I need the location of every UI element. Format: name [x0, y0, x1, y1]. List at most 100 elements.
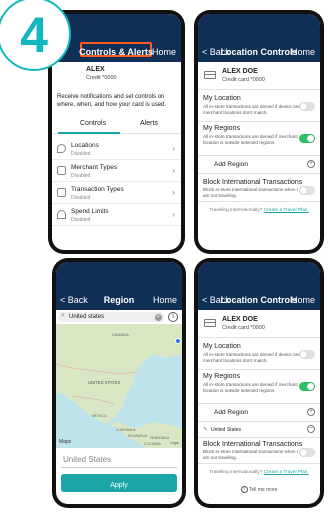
nav-bar: < Back Region Home — [56, 262, 182, 310]
block-title: Block International Transactions — [203, 179, 303, 186]
phone-screen: < Back Region Home ⌕ United states × i C… — [56, 262, 182, 504]
tab-bar: Controls Alerts — [52, 114, 181, 134]
map-label: CANADA — [112, 332, 129, 337]
step-badge: 4 — [0, 0, 71, 71]
my-location-toggle[interactable] — [299, 102, 315, 111]
list-item-label: Transaction Types — [71, 186, 124, 193]
receipt-icon — [57, 188, 66, 197]
list-item-status: Disabled — [71, 173, 91, 179]
clear-icon[interactable]: × — [155, 313, 162, 321]
my-location-desc: All in-store transactions are denied if … — [203, 352, 301, 363]
phone-screen: < Back Location Controls Home ALEX DOE C… — [198, 262, 320, 504]
map-label: UNITED STATES — [88, 380, 121, 385]
list-item-spend-limits[interactable]: Spend Limits Disabled › — [52, 204, 181, 226]
region-name-field[interactable]: United States — [61, 452, 177, 468]
info-icon: i — [240, 486, 248, 493]
home-link[interactable]: Home — [291, 47, 315, 57]
travel-plan-line: Traveling internationally? Create a Trav… — [198, 208, 320, 213]
pencil-icon[interactable]: ✎ — [203, 426, 208, 433]
home-link[interactable]: Home — [291, 295, 315, 305]
map-label: MEXICO — [92, 414, 107, 418]
add-circle-icon[interactable]: + — [307, 160, 315, 168]
list-item-locations[interactable]: Locations Disabled › — [52, 138, 181, 160]
apply-button-label: Apply — [110, 482, 128, 489]
chevron-right-icon: › — [172, 144, 175, 153]
travel-text: Traveling internationally? — [209, 470, 263, 475]
list-item-label: Spend Limits — [71, 208, 109, 215]
travel-text: Traveling internationally? — [209, 208, 263, 213]
tab-alerts[interactable]: Alerts — [140, 120, 158, 127]
create-travel-plan-link[interactable]: Create a Travel Plan. — [264, 208, 309, 213]
add-region-row[interactable]: Add Region + — [198, 156, 320, 174]
credit-card-icon — [204, 319, 216, 327]
map-label: NICARAGUA — [128, 434, 147, 438]
card-subtitle: Credit *0000 — [86, 75, 117, 81]
selected-region-row: ✎ United States − — [198, 422, 320, 438]
home-link[interactable]: Home — [153, 295, 177, 305]
gauge-icon — [57, 210, 66, 219]
block-international-section: Block International Transactions Block i… — [198, 438, 320, 464]
card-name: ALEX DOE — [222, 316, 258, 323]
map-view[interactable]: CANADA UNITED STATES MEXICO GUATEMALA NI… — [56, 324, 182, 448]
phone-region-map: < Back Region Home ⌕ United states × i C… — [52, 258, 186, 508]
map-label: COLOMBIA — [144, 442, 161, 446]
my-location-title: My Location — [203, 343, 241, 350]
block-title: Block International Transactions — [203, 441, 303, 448]
phone-screen: < Back Location Controls Home ALEX DOE C… — [198, 14, 320, 250]
my-location-desc: All in-store transactions are denied if … — [203, 104, 301, 115]
remove-circle-icon[interactable]: − — [307, 425, 315, 433]
block-desc: Block in-store international transaction… — [203, 449, 298, 460]
chevron-right-icon: › — [172, 188, 175, 197]
block-international-toggle[interactable] — [299, 448, 315, 457]
tab-controls[interactable]: Controls — [80, 120, 106, 127]
list-item-status: Disabled — [71, 217, 91, 223]
add-circle-icon[interactable]: + — [307, 408, 315, 416]
my-location-title: My Location — [203, 95, 241, 102]
legal-link[interactable]: Legal — [170, 441, 179, 445]
block-international-toggle[interactable] — [299, 186, 315, 195]
my-regions-desc: All in-store transactions are denied if … — [203, 134, 298, 145]
apple-maps-logo: Maps — [59, 439, 72, 445]
chevron-right-icon: › — [172, 210, 175, 219]
my-location-section: My Location All in-store transactions ar… — [198, 92, 320, 122]
map-label: VENEZUELA — [150, 436, 169, 440]
add-region-row[interactable]: Add Region + — [198, 404, 320, 422]
list-item-transaction-types[interactable]: Transaction Types Disabled › — [52, 182, 181, 204]
search-field[interactable]: ⌕ United states × — [59, 312, 164, 322]
my-regions-title: My Regions — [203, 125, 240, 132]
my-regions-desc: All in-store transactions are denied if … — [203, 382, 298, 393]
selected-region-label: United States — [211, 427, 242, 433]
phone-location-controls: < Back Location Controls Home ALEX DOE C… — [194, 10, 324, 254]
home-link[interactable]: Home — [152, 47, 176, 57]
info-icon[interactable]: i — [168, 312, 178, 322]
list-item-label: Locations — [71, 142, 99, 149]
card-summary: ALEX DOE Credit card *0000 — [198, 64, 320, 90]
my-regions-section: My Regions All in-store transactions are… — [198, 370, 320, 404]
list-item-label: Merchant Types — [71, 164, 118, 171]
my-regions-toggle[interactable] — [299, 382, 315, 391]
map-label: GUATEMALA — [116, 428, 136, 432]
my-regions-toggle[interactable] — [299, 134, 315, 143]
list-item-status: Disabled — [71, 195, 91, 201]
chevron-right-icon: › — [172, 166, 175, 175]
credit-card-icon — [204, 71, 216, 79]
card-summary: ALEX Credit *0000 — [52, 62, 181, 94]
phone-location-controls-updated: < Back Location Controls Home ALEX DOE C… — [194, 258, 324, 508]
list-item-merchant-types[interactable]: Merchant Types Disabled › — [52, 160, 181, 182]
list-item-status: Disabled — [71, 151, 91, 157]
step-number: 4 — [20, 7, 48, 63]
search-input[interactable]: United states — [69, 314, 104, 320]
create-travel-plan-link[interactable]: Create a Travel Plan. — [264, 470, 309, 475]
card-name: ALEX — [86, 66, 105, 73]
tell-me-more-link[interactable]: i Tell me more — [198, 486, 320, 493]
search-icon: ⌕ — [61, 312, 65, 319]
card-summary: ALEX DOE Credit card *0000 — [198, 312, 320, 338]
add-region-label: Add Region — [214, 161, 248, 168]
store-icon — [57, 166, 66, 175]
my-location-section: My Location All in-store transactions ar… — [198, 340, 320, 370]
nav-bar: < Back Location Controls Home — [198, 262, 320, 310]
phone-screen: Controls & Alerts Home ALEX Credit *0000… — [52, 14, 181, 250]
block-international-section: Block International Transactions Block i… — [198, 176, 320, 202]
apply-button[interactable]: Apply — [61, 474, 177, 492]
my-location-toggle[interactable] — [299, 350, 315, 359]
